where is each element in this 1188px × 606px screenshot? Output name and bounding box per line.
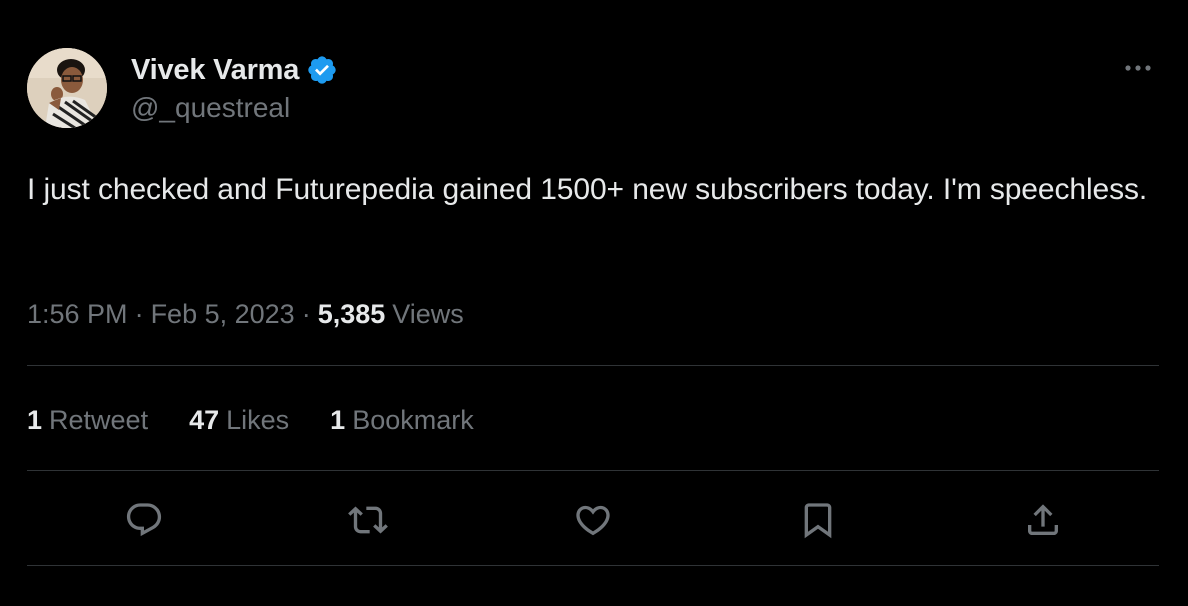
heart-icon — [576, 505, 610, 536]
bookmarks-label: Bookmark — [352, 404, 474, 435]
likes-count: 47 — [189, 404, 220, 435]
share-icon — [1028, 504, 1058, 535]
views-count: 5,385 — [317, 298, 386, 329]
bookmarks-stat[interactable]: 1 Bookmark — [330, 405, 474, 436]
verified-badge-icon — [306, 54, 338, 86]
meta-separator: · — [301, 298, 311, 329]
retweet-button[interactable] — [346, 498, 390, 542]
avatar[interactable] — [27, 48, 107, 128]
tweet-text: I just checked and Futurepedia gained 15… — [27, 173, 1148, 206]
tweet-date[interactable]: Feb 5, 2023 — [151, 299, 295, 330]
bookmark-icon — [804, 503, 832, 539]
tweet-time[interactable]: 1:56 PM — [27, 299, 128, 330]
divider — [27, 565, 1159, 566]
reply-button[interactable] — [122, 498, 166, 542]
tweet-card: Vivek Varma @_questreal I just checked a… — [0, 0, 1188, 606]
author-handle[interactable]: @_questreal — [131, 92, 290, 124]
divider — [27, 365, 1159, 366]
author-name-row: Vivek Varma — [131, 52, 338, 88]
likes-stat[interactable]: 47 Likes — [189, 405, 289, 436]
retweet-icon — [348, 506, 388, 534]
avatar-photo — [27, 48, 107, 128]
retweets-label: Retweet — [49, 404, 149, 435]
share-button[interactable] — [1021, 498, 1065, 542]
more-options-icon[interactable] — [1122, 56, 1154, 80]
retweets-stat[interactable]: 1 Retweet — [27, 405, 148, 436]
retweets-count: 1 — [27, 404, 43, 435]
engagement-stats: 1 Retweet 47 Likes 1 Bookmark — [27, 402, 515, 438]
author-name[interactable]: Vivek Varma — [131, 54, 299, 87]
bookmark-button[interactable] — [796, 498, 840, 542]
views-label: Views — [392, 298, 464, 329]
divider — [27, 470, 1159, 471]
likes-label: Likes — [226, 404, 290, 435]
bookmarks-count: 1 — [330, 404, 346, 435]
like-button[interactable] — [571, 498, 615, 542]
tweet-meta: 1:56 PM · Feb 5, 2023 · 5,385 Views — [27, 296, 464, 332]
reply-icon — [126, 503, 162, 537]
meta-separator: · — [134, 298, 144, 329]
